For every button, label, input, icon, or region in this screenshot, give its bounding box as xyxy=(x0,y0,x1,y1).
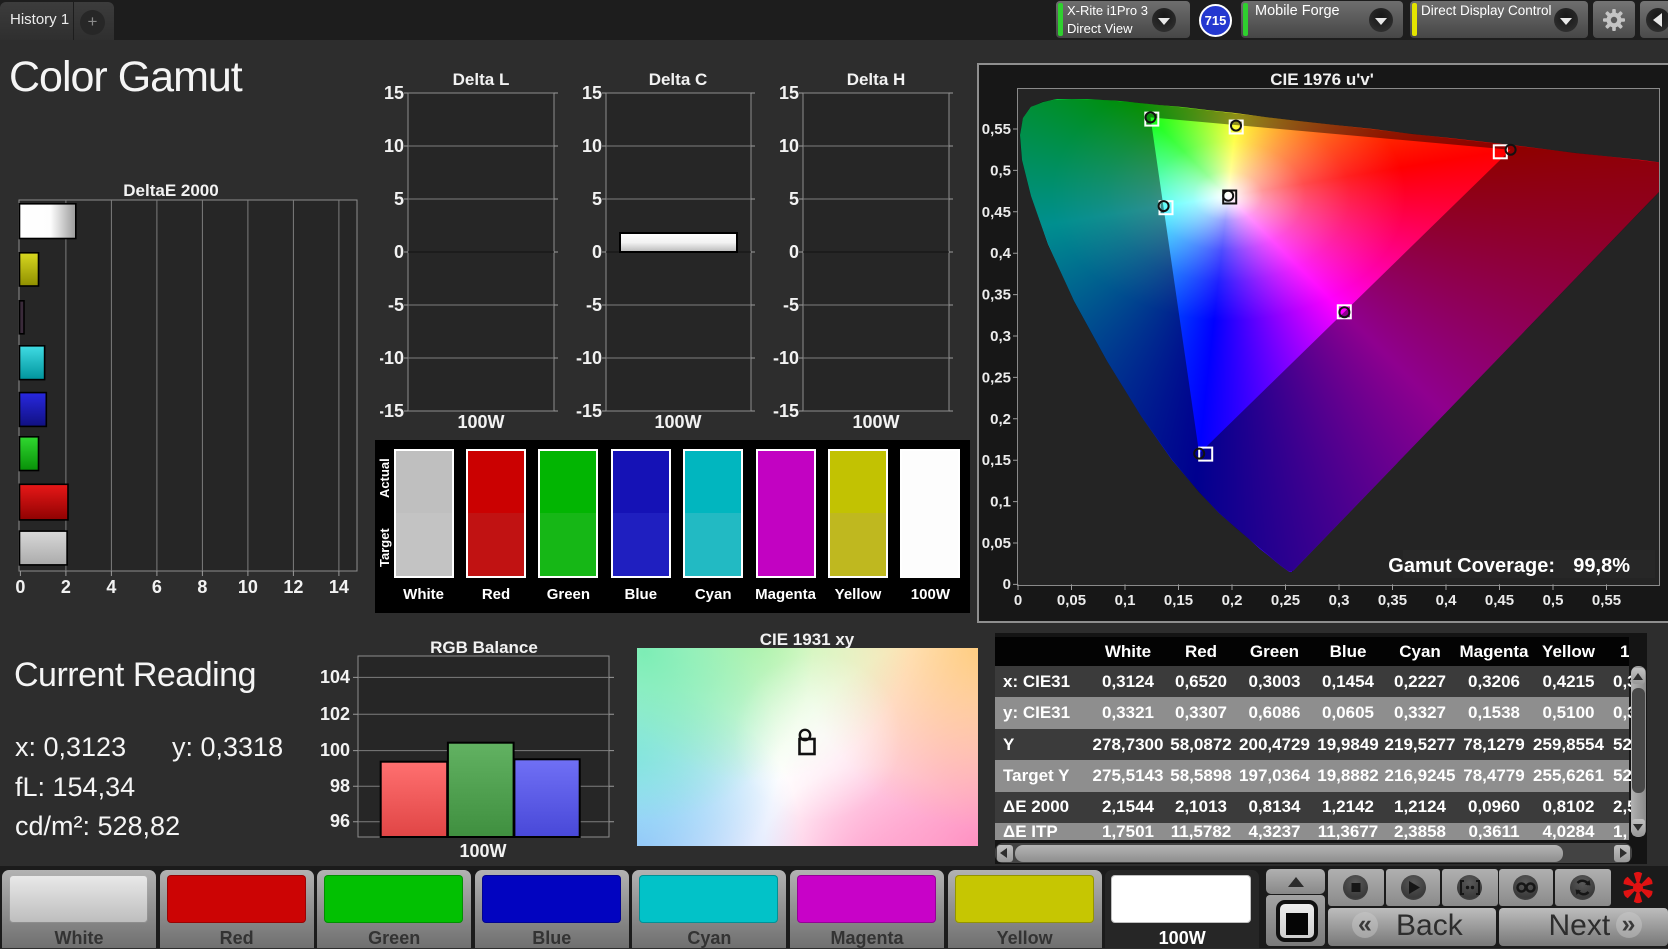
svg-text:100: 100 xyxy=(320,740,350,760)
svg-text:RGB Balance: RGB Balance xyxy=(430,638,538,657)
svg-text:0: 0 xyxy=(394,242,404,262)
svg-text:104: 104 xyxy=(320,667,350,687)
svg-text:-15: -15 xyxy=(380,401,404,421)
svg-text:0: 0 xyxy=(15,577,25,597)
svg-text:0: 0 xyxy=(789,242,799,262)
svg-text:DeltaE 2000: DeltaE 2000 xyxy=(123,181,218,200)
svg-text:8: 8 xyxy=(197,577,207,597)
svg-text:100W: 100W xyxy=(459,841,506,860)
svg-text:0: 0 xyxy=(592,242,602,262)
svg-text:12: 12 xyxy=(283,577,303,597)
svg-text:14: 14 xyxy=(329,577,349,597)
svg-text:4: 4 xyxy=(106,577,116,597)
svg-text:0,25: 0,25 xyxy=(1271,592,1300,609)
svg-text:2: 2 xyxy=(61,577,71,597)
svg-text:15: 15 xyxy=(384,83,404,103)
svg-text:-10: -10 xyxy=(576,348,602,368)
svg-text:Delta L: Delta L xyxy=(453,70,510,89)
svg-text:100W: 100W xyxy=(654,412,701,432)
svg-text:-5: -5 xyxy=(388,295,404,315)
svg-text:0: 0 xyxy=(1014,592,1022,609)
svg-text:0,4: 0,4 xyxy=(990,245,1012,262)
svg-text:0,1: 0,1 xyxy=(990,494,1011,511)
svg-text:0,2: 0,2 xyxy=(990,411,1011,428)
svg-text:0,55: 0,55 xyxy=(982,121,1011,138)
svg-text:15: 15 xyxy=(779,83,799,103)
svg-text:5: 5 xyxy=(789,189,799,209)
svg-text:100W: 100W xyxy=(852,412,899,432)
svg-text:15: 15 xyxy=(582,83,602,103)
svg-text:102: 102 xyxy=(320,704,350,724)
svg-text:10: 10 xyxy=(238,577,258,597)
svg-text:0,05: 0,05 xyxy=(982,535,1011,552)
svg-text:0,15: 0,15 xyxy=(982,452,1011,469)
svg-text:0,15: 0,15 xyxy=(1164,592,1193,609)
svg-text:6: 6 xyxy=(152,577,162,597)
svg-text:-5: -5 xyxy=(783,295,799,315)
svg-text:0,05: 0,05 xyxy=(1057,592,1086,609)
svg-text:0,35: 0,35 xyxy=(1378,592,1407,609)
svg-text:10: 10 xyxy=(779,136,799,156)
svg-text:0,45: 0,45 xyxy=(1485,592,1514,609)
svg-text:0,5: 0,5 xyxy=(1543,592,1564,609)
svg-text:98: 98 xyxy=(330,776,350,796)
svg-text:10: 10 xyxy=(582,136,602,156)
svg-text:5: 5 xyxy=(592,189,602,209)
svg-text:0,3: 0,3 xyxy=(990,328,1011,345)
svg-text:5: 5 xyxy=(394,189,404,209)
svg-text:-10: -10 xyxy=(773,348,799,368)
svg-text:Delta H: Delta H xyxy=(847,70,906,89)
svg-text:-5: -5 xyxy=(586,295,602,315)
svg-text:96: 96 xyxy=(330,811,350,831)
svg-text:Delta C: Delta C xyxy=(649,70,708,89)
svg-text:0,35: 0,35 xyxy=(982,287,1011,304)
svg-text:0,4: 0,4 xyxy=(1436,592,1458,609)
svg-text:-15: -15 xyxy=(773,401,799,421)
svg-text:0,5: 0,5 xyxy=(990,162,1011,179)
svg-text:0,45: 0,45 xyxy=(982,204,1011,221)
svg-text:0,1: 0,1 xyxy=(1115,592,1136,609)
svg-text:-15: -15 xyxy=(576,401,602,421)
svg-text:0,55: 0,55 xyxy=(1592,592,1621,609)
svg-text:0,3: 0,3 xyxy=(1329,592,1350,609)
svg-text:10: 10 xyxy=(384,136,404,156)
svg-text:0,2: 0,2 xyxy=(1222,592,1243,609)
svg-text:0,25: 0,25 xyxy=(982,369,1011,386)
svg-text:100W: 100W xyxy=(457,412,504,432)
svg-text:0: 0 xyxy=(1003,576,1011,593)
svg-text:-10: -10 xyxy=(380,348,404,368)
